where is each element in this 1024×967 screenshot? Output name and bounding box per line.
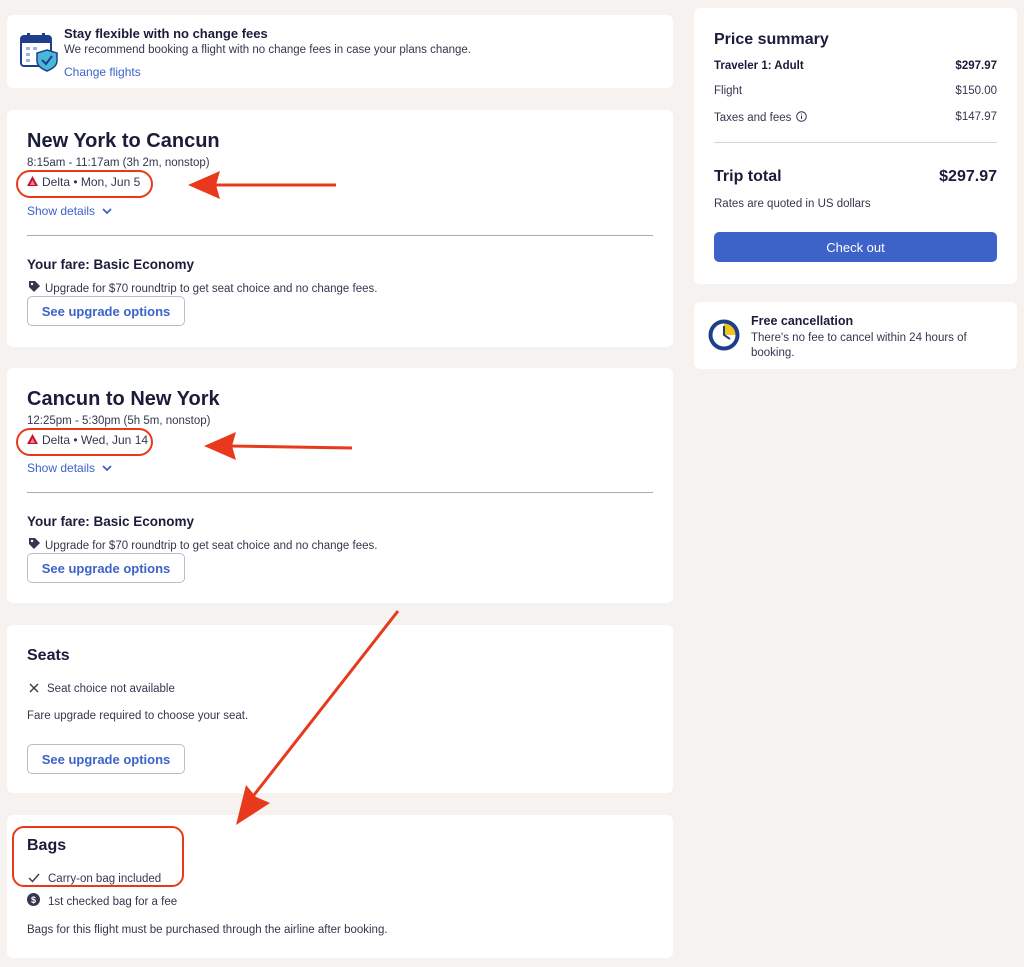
fare-title: Your fare: Basic Economy bbox=[27, 257, 195, 272]
check-out-button[interactable]: Check out bbox=[714, 232, 997, 262]
divider bbox=[27, 235, 653, 236]
flight-price-row: Flight $150.00 bbox=[714, 85, 997, 97]
see-upgrade-options-button[interactable]: See upgrade options bbox=[27, 296, 185, 326]
flexible-title: Stay flexible with no change fees bbox=[64, 26, 268, 41]
chevron-down-icon bbox=[102, 204, 112, 218]
divider bbox=[27, 492, 653, 493]
annotation-oval bbox=[12, 826, 184, 887]
info-icon[interactable] bbox=[796, 111, 808, 125]
price-summary-title: Price summary bbox=[714, 31, 829, 48]
seat-choice-status: Seat choice not available bbox=[29, 680, 175, 698]
price-summary-card: Price summary Traveler 1: Adult $297.97 … bbox=[694, 8, 1017, 284]
taxes-row: Taxes and fees $147.97 bbox=[714, 111, 997, 125]
divider bbox=[714, 142, 997, 143]
close-icon bbox=[29, 680, 39, 698]
free-cancellation-card: Free cancellation There's no fee to canc… bbox=[694, 302, 1017, 369]
flight-times: 12:25pm - 5:30pm (5h 5m, nonstop) bbox=[27, 415, 211, 427]
annotation-arrow bbox=[232, 607, 404, 834]
dollar-circle-icon: $ bbox=[27, 893, 40, 911]
svg-text:$: $ bbox=[31, 895, 36, 905]
flight-route-title: New York to Cancun bbox=[27, 130, 220, 152]
flight-card-outbound: New York to Cancun 8:15am - 11:17am (3h … bbox=[7, 110, 673, 347]
see-upgrade-options-button[interactable]: See upgrade options bbox=[27, 744, 185, 774]
traveler-row: Traveler 1: Adult $297.97 bbox=[714, 60, 997, 72]
see-upgrade-options-button[interactable]: See upgrade options bbox=[27, 553, 185, 583]
flight-card-return: Cancun to New York 12:25pm - 5:30pm (5h … bbox=[7, 368, 673, 603]
annotation-oval bbox=[16, 428, 153, 456]
chevron-down-icon bbox=[102, 461, 112, 475]
fare-title: Your fare: Basic Economy bbox=[27, 514, 195, 529]
trip-total-row: Trip total $297.97 bbox=[714, 168, 997, 185]
flexible-description: We recommend booking a flight with no ch… bbox=[64, 44, 472, 56]
show-details-link[interactable]: Show details bbox=[27, 204, 112, 218]
flight-route-title: Cancun to New York bbox=[27, 388, 220, 410]
annotation-arrow bbox=[202, 429, 354, 470]
change-flights-link[interactable]: Change flights bbox=[64, 65, 141, 79]
seats-title: Seats bbox=[27, 647, 70, 664]
seats-note: Fare upgrade required to choose your sea… bbox=[27, 710, 249, 722]
show-details-link[interactable]: Show details bbox=[27, 461, 112, 475]
annotation-oval bbox=[16, 170, 153, 198]
checked-bag-status: $ 1st checked bag for a fee bbox=[27, 893, 177, 911]
flexible-banner: Stay flexible with no change fees We rec… bbox=[7, 15, 673, 88]
clock-icon bbox=[707, 318, 741, 357]
annotation-arrow bbox=[186, 168, 338, 209]
free-cancellation-title: Free cancellation bbox=[751, 314, 854, 328]
calendar-shield-icon bbox=[19, 32, 59, 72]
flight-times: 8:15am - 11:17am (3h 2m, nonstop) bbox=[27, 157, 210, 169]
bags-note: Bags for this flight must be purchased t… bbox=[27, 924, 388, 936]
free-cancellation-description: There's no fee to cancel within 24 hours… bbox=[751, 332, 967, 359]
currency-note: Rates are quoted in US dollars bbox=[714, 198, 871, 210]
